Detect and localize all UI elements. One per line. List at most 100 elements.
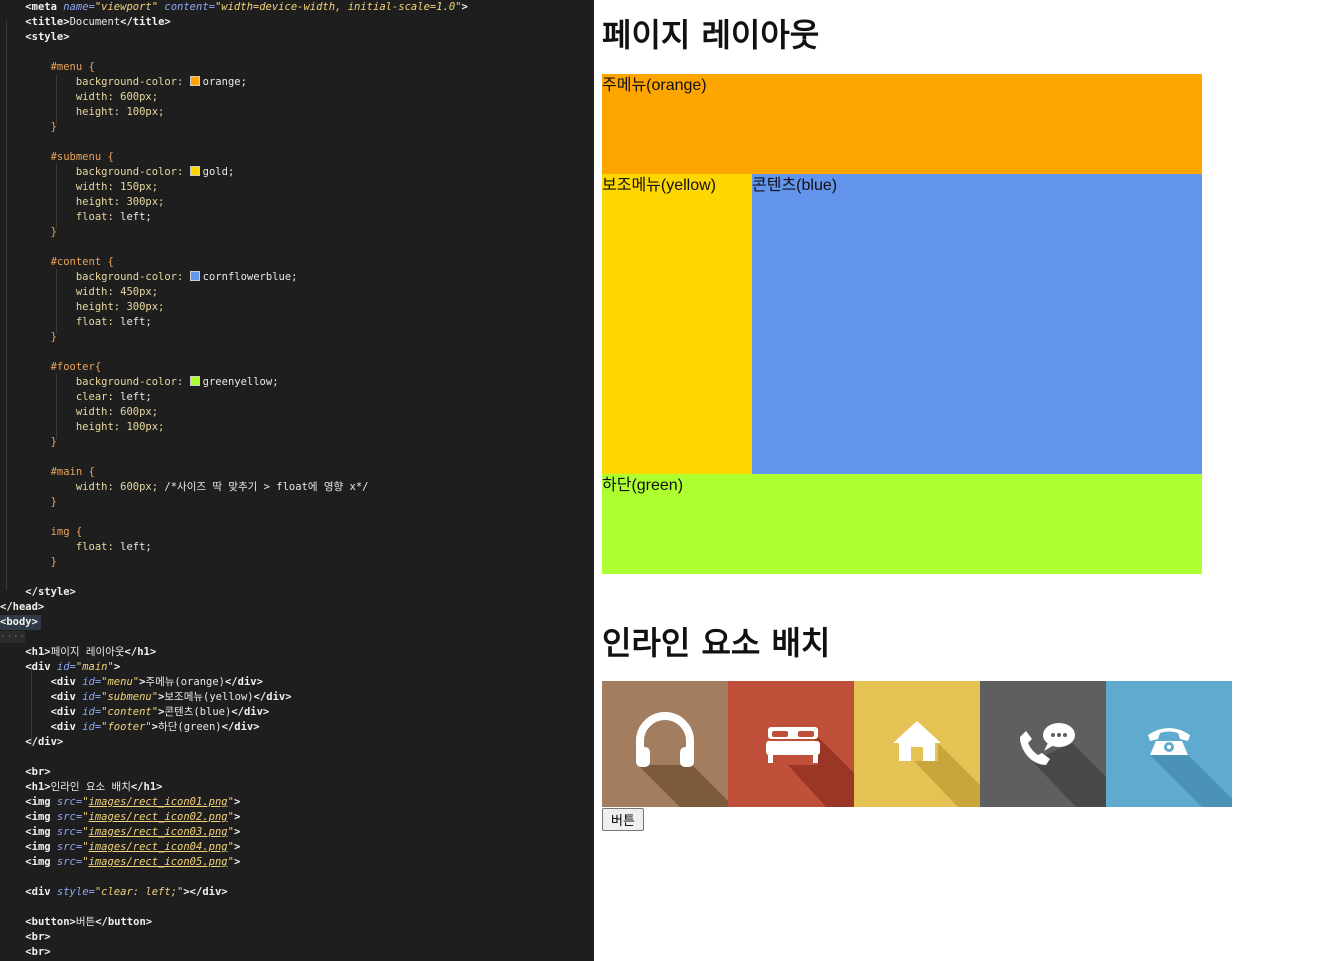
code-token: <h1> <box>25 646 51 658</box>
code-line[interactable]: width: 450px; <box>0 285 594 300</box>
code-line[interactable]: } <box>0 555 594 570</box>
code-line[interactable]: <title>Document</title> <box>0 15 594 30</box>
code-line[interactable]: <div style="clear: left;"></div> <box>0 885 594 900</box>
code-line[interactable]: clear: left; <box>0 390 594 405</box>
code-token: id= <box>82 691 102 703</box>
code-line[interactable]: <br> <box>0 930 594 945</box>
code-line[interactable]: } <box>0 225 594 240</box>
code-line[interactable]: height: 100px; <box>0 420 594 435</box>
code-token: "submenu" <box>101 691 159 703</box>
code-lines[interactable]: <meta name="viewport" content="width=dev… <box>0 0 594 960</box>
code-token: } <box>50 121 57 133</box>
code-editor[interactable]: <meta name="viewport" content="width=dev… <box>0 0 594 961</box>
code-line[interactable]: <img src="images/rect_icon01.png"> <box>0 795 594 810</box>
code-line[interactable]: background-color: greenyellow; <box>0 375 594 390</box>
code-line[interactable]: <h1>페이지 레이아웃</h1> <box>0 645 594 660</box>
code-line[interactable]: <div id="footer">하단(green)</div> <box>0 720 594 735</box>
code-line[interactable]: #submenu { <box>0 150 594 165</box>
code-line[interactable]: <meta name="viewport" content="width=dev… <box>0 0 594 15</box>
code-line[interactable]: <div id="content">콘텐츠(blue)</div> <box>0 705 594 720</box>
code-token: height: <box>75 421 127 433</box>
code-token: ></div> <box>183 886 228 898</box>
code-token: name= <box>63 1 95 13</box>
code-line[interactable]: <img src="images/rect_icon05.png"> <box>0 855 594 870</box>
button[interactable]: 버튼 <box>602 808 644 831</box>
code-line[interactable]: } <box>0 120 594 135</box>
code-line[interactable]: </head> <box>0 600 594 615</box>
code-line[interactable]: <br> <box>0 765 594 780</box>
code-line[interactable]: float: left; <box>0 315 594 330</box>
code-line[interactable]: #menu { <box>0 60 594 75</box>
code-token: float: <box>75 541 121 553</box>
code-line[interactable]: <body> <box>0 615 594 630</box>
code-line[interactable]: height: 100px; <box>0 105 594 120</box>
code-line[interactable]: </div> <box>0 735 594 750</box>
code-token: } <box>50 331 57 343</box>
page-layout-heading: 페이지 레이아웃 <box>602 16 820 54</box>
code-token: #main { <box>50 466 95 478</box>
code-line[interactable]: img { <box>0 525 594 540</box>
code-line[interactable] <box>0 870 594 885</box>
code-line[interactable]: <div id="submenu">보조메뉴(yellow)</div> <box>0 690 594 705</box>
code-line[interactable]: width: 600px; <box>0 90 594 105</box>
code-token: > <box>461 1 468 13</box>
code-line[interactable]: <div id="main"> <box>0 660 594 675</box>
code-line[interactable]: width: 150px; <box>0 180 594 195</box>
code-line[interactable]: background-color: cornflowerblue; <box>0 270 594 285</box>
code-line[interactable] <box>0 900 594 915</box>
code-line[interactable]: #main { <box>0 465 594 480</box>
code-line[interactable] <box>0 750 594 765</box>
code-line[interactable]: } <box>0 435 594 450</box>
code-token: id= <box>82 676 102 688</box>
code-line[interactable] <box>0 45 594 60</box>
code-line[interactable]: float: left; <box>0 540 594 555</box>
code-line[interactable]: float: left; <box>0 210 594 225</box>
code-line[interactable]: <div id="menu">주메뉴(orange)</div> <box>0 675 594 690</box>
code-line[interactable]: width: 600px; <box>0 405 594 420</box>
code-line[interactable]: } <box>0 495 594 510</box>
code-token: width: <box>75 286 121 298</box>
code-token: "clear: left;" <box>94 886 184 898</box>
code-line[interactable]: <button>버튼</button> <box>0 915 594 930</box>
code-line[interactable] <box>0 570 594 585</box>
code-line[interactable]: <h1>인라인 요소 배치</h1> <box>0 780 594 795</box>
color-swatch-icon <box>189 76 200 86</box>
code-line[interactable]: #footer{ <box>0 360 594 375</box>
code-line[interactable]: } <box>0 330 594 345</box>
code-line[interactable]: </style> <box>0 585 594 600</box>
code-token: </div> <box>221 721 260 733</box>
code-line[interactable]: ···· <box>0 630 594 645</box>
code-token: width: <box>75 91 121 103</box>
code-token: background-color: <box>75 376 190 388</box>
code-line[interactable]: <img src="images/rect_icon03.png"> <box>0 825 594 840</box>
code-line[interactable]: height: 300px; <box>0 300 594 315</box>
code-line[interactable] <box>0 135 594 150</box>
code-line[interactable]: <img src="images/rect_icon04.png"> <box>0 840 594 855</box>
code-line[interactable] <box>0 510 594 525</box>
code-line[interactable] <box>0 240 594 255</box>
code-line[interactable]: height: 300px; <box>0 195 594 210</box>
code-line[interactable] <box>0 345 594 360</box>
code-line[interactable]: <br> <box>0 945 594 960</box>
code-line[interactable]: width: 600px; /*사이즈 딱 맞추기 > float에 영향 x*… <box>0 480 594 495</box>
code-token: left; <box>120 211 152 223</box>
code-line[interactable]: <img src="images/rect_icon02.png"> <box>0 810 594 825</box>
code-token: > <box>233 811 241 823</box>
code-line[interactable]: background-color: orange; <box>0 75 594 90</box>
code-line[interactable]: #content { <box>0 255 594 270</box>
headphones-icon <box>602 681 728 807</box>
code-line[interactable]: background-color: gold; <box>0 165 594 180</box>
code-line[interactable]: <style> <box>0 30 594 45</box>
code-line[interactable] <box>0 450 594 465</box>
